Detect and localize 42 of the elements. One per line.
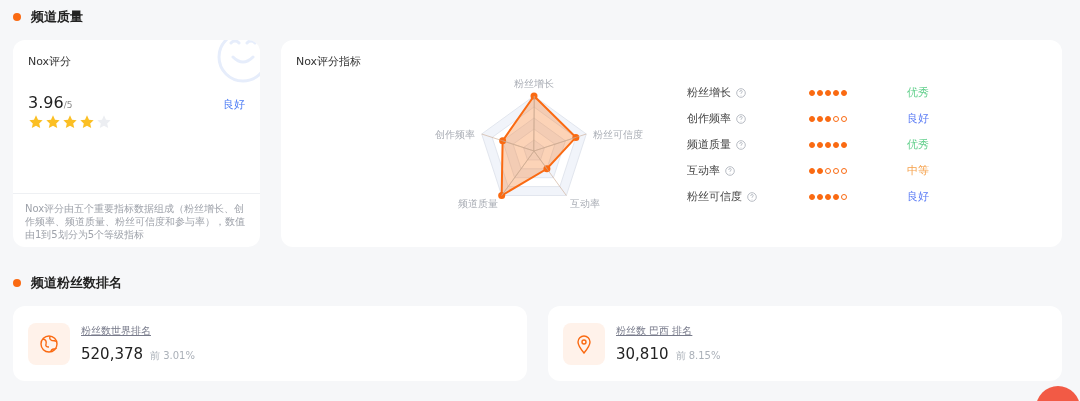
star-icon <box>79 114 95 130</box>
card-title: Nox评分 <box>28 54 73 69</box>
radar-axis-label: 互动率 <box>570 198 601 210</box>
indicator-name: 互动率 <box>687 163 720 178</box>
card-title: Nox评分指标 <box>296 54 363 69</box>
help-icon[interactable] <box>725 165 735 176</box>
ranking-link[interactable]: 粉丝数世界排名 <box>81 324 195 338</box>
bullet-dot <box>13 279 21 287</box>
star-icon <box>28 114 44 130</box>
indicator-rating: 优秀 <box>907 85 930 100</box>
indicator-name: 频道质量 <box>687 137 731 152</box>
radar-axis-label: 创作频率 <box>435 128 476 140</box>
indicator-name: 粉丝可信度 <box>687 189 742 204</box>
score-max: /5 <box>63 100 73 110</box>
score-grade: 良好 <box>223 97 245 112</box>
help-icon[interactable] <box>736 139 746 150</box>
indicator-rating: 优秀 <box>907 137 930 152</box>
indicator-rating: 中等 <box>907 163 930 178</box>
indicator-name: 粉丝增长 <box>687 85 731 100</box>
indicator-rating: 良好 <box>907 111 930 126</box>
star-icon <box>62 114 78 130</box>
ranking-percent: 前 8.15% <box>675 349 721 363</box>
radar-axis-label: 粉丝可信度 <box>592 128 643 140</box>
location-pin-icon <box>576 333 592 354</box>
ranking-percent: 前 3.01% <box>150 349 195 363</box>
score-value: 3.96 <box>28 93 64 112</box>
help-icon[interactable] <box>736 113 746 124</box>
section-title: 频道质量 <box>31 8 83 26</box>
ranking-value: 520,378 <box>81 345 144 363</box>
section-title: 频道粉丝数排名 <box>31 274 122 292</box>
score-description: Nox评分由五个重要指标数据组成（粉丝增长、创作频率、频道质量、粉丝可信度和参与率），数值由1到5划分为5个等级指标 <box>13 193 260 247</box>
radar-axis-label: 粉丝增长 <box>514 79 554 89</box>
indicator-rating: 良好 <box>907 189 930 204</box>
indicator-name: 创作频率 <box>687 111 731 126</box>
globe-icon <box>39 333 59 354</box>
ranking-value: 30,810 <box>616 345 669 363</box>
star-icon <box>45 114 61 130</box>
help-icon[interactable] <box>747 191 757 202</box>
bullet-dot <box>13 13 21 21</box>
radar-axis-label: 频道质量 <box>457 198 498 210</box>
help-icon[interactable] <box>736 87 746 98</box>
ranking-link[interactable]: 粉丝数 巴西 排名 <box>616 324 721 338</box>
